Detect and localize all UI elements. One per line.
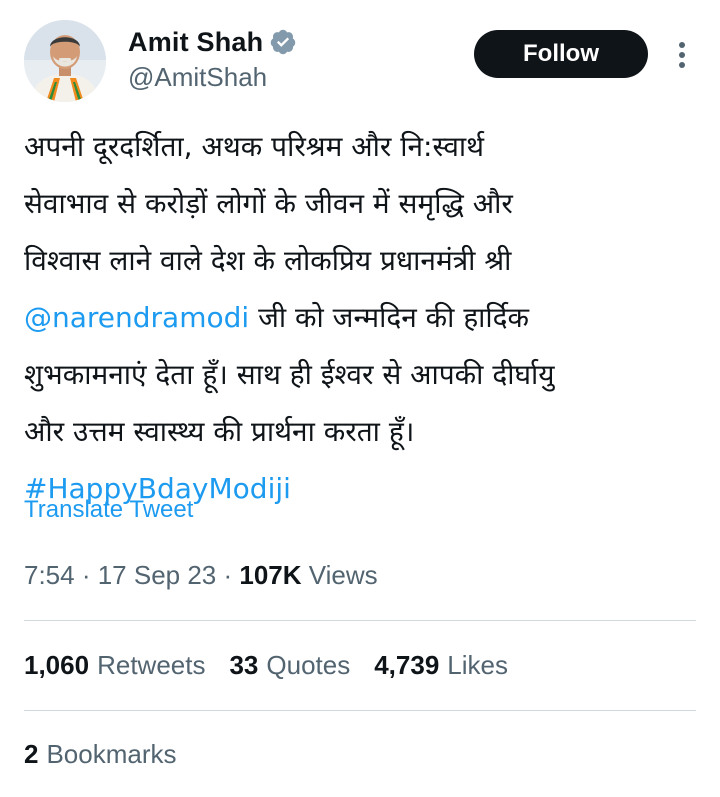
avatar[interactable] [24, 20, 106, 102]
translate-tweet-link[interactable]: Translate Tweet [24, 496, 193, 524]
display-name[interactable]: Amit Shah [128, 27, 263, 58]
views-label[interactable]: Views [302, 560, 378, 590]
bookmarks-stat[interactable]: 2 Bookmarks [24, 739, 177, 770]
follow-button[interactable]: Follow [474, 30, 648, 78]
retweets-count: 1,060 [24, 650, 90, 680]
tweet-text-fragment: जी को जन्मदिन की हार्दिक [249, 301, 530, 334]
engagement-stats: 1,060 Retweets 33 Quotes 4,739 Likes [24, 650, 532, 681]
retweets-stat[interactable]: 1,060 Retweets [24, 650, 205, 681]
tweet-text-line: शुभकामनाएं देता हूँ। साथ ही ईश्वर से आपक… [24, 358, 555, 391]
tweet-header: Amit Shah @AmitShah Follow [24, 20, 696, 104]
verified-badge-icon[interactable] [269, 28, 297, 56]
tweet-text-line: विश्वास लाने वाले देश के लोकप्रिय प्रधान… [24, 244, 512, 277]
bookmarks-label: Bookmarks [46, 739, 177, 769]
likes-label: Likes [447, 650, 508, 680]
author-names: Amit Shah @AmitShah [128, 26, 297, 93]
quotes-count: 33 [229, 650, 259, 680]
tweet-time[interactable]: 7:54 [24, 560, 75, 590]
tweet-meta: 7:54 · 17 Sep 23 · 107K Views [24, 560, 378, 591]
tweet-text: अपनी दूरदर्शिता, अथक परिश्रम और नि:स्वार… [24, 118, 696, 517]
divider [24, 710, 696, 711]
views-count[interactable]: 107K [239, 560, 301, 590]
likes-stat[interactable]: 4,739 Likes [374, 650, 508, 681]
author-handle[interactable]: @AmitShah [128, 62, 297, 93]
tweet-date[interactable]: 17 Sep 23 [98, 560, 217, 590]
quotes-label: Quotes [266, 650, 351, 680]
meta-separator: · [216, 560, 240, 590]
tweet-text-line: सेवाभाव से करोड़ों लोगों के जीवन में समृ… [24, 187, 513, 220]
display-name-row: Amit Shah [128, 26, 297, 58]
tweet-text-line: @narendramodi जी को जन्मदिन की हार्दिक [24, 289, 696, 346]
mention-link[interactable]: @narendramodi [24, 301, 249, 334]
profile-avatar-image [24, 20, 106, 102]
tweet-text-line: और उत्तम स्वास्थ्य की प्रार्थना करता हूँ… [24, 415, 415, 448]
more-vertical-icon[interactable] [670, 40, 694, 70]
divider [24, 620, 696, 621]
tweet-text-line: अपनी दूरदर्शिता, अथक परिश्रम और नि:स्वार… [24, 130, 485, 163]
likes-count: 4,739 [374, 650, 440, 680]
bookmarks-count: 2 [24, 739, 39, 769]
retweets-label: Retweets [97, 650, 206, 680]
tweet-detail: Amit Shah @AmitShah Follow अपनी दूरदर्शि… [0, 0, 720, 797]
meta-separator: · [74, 560, 98, 590]
quotes-stat[interactable]: 33 Quotes [229, 650, 350, 681]
